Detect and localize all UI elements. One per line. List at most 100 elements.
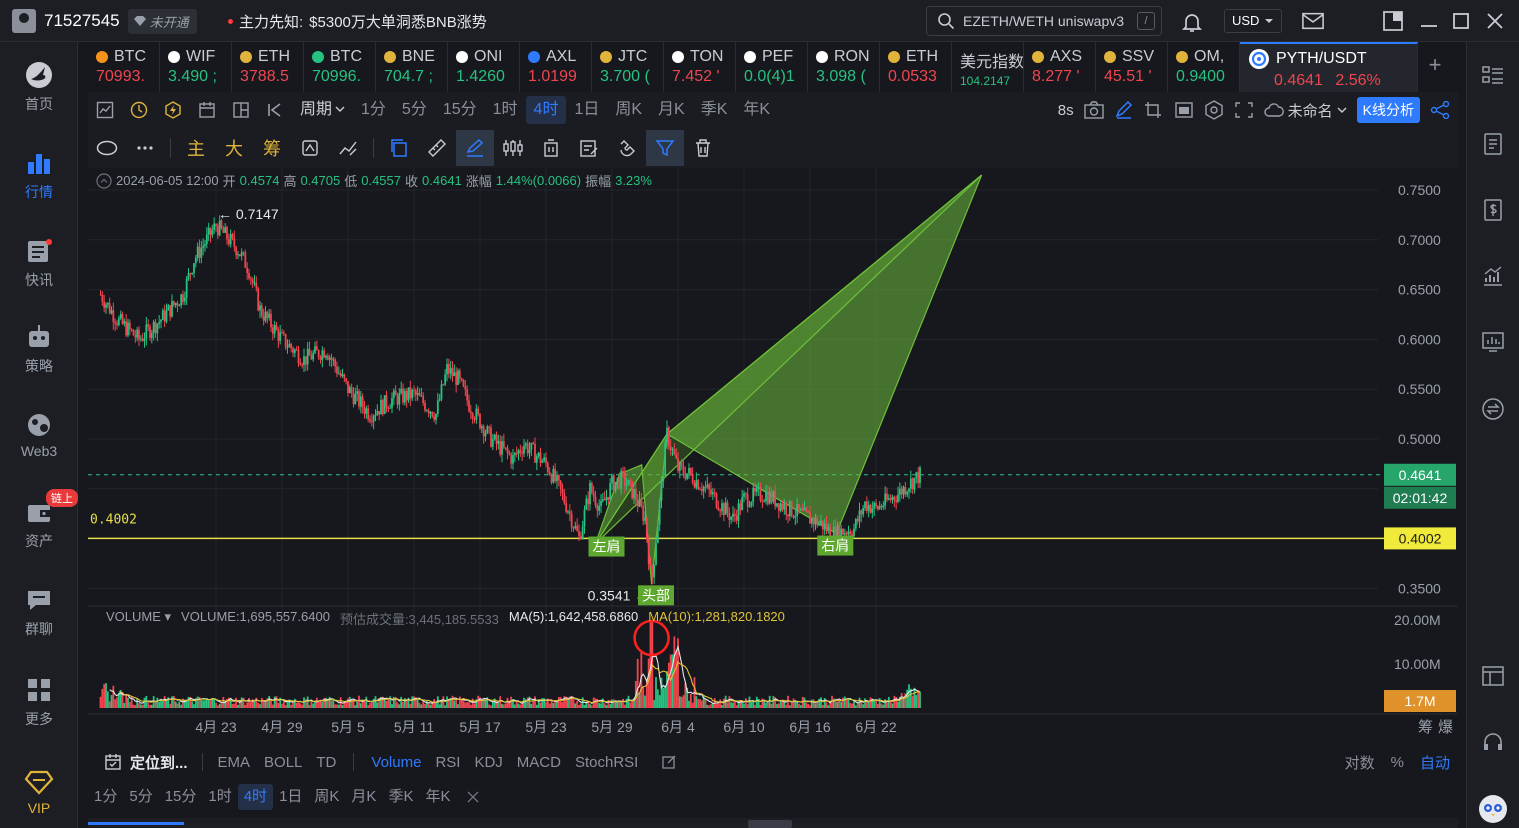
ticker-tab[interactable]: OM, 0.9400 bbox=[1168, 42, 1240, 92]
split-view-button[interactable] bbox=[224, 96, 258, 124]
indicator-td[interactable]: TD bbox=[309, 754, 343, 771]
interval-1m[interactable]: 1分 bbox=[353, 96, 394, 124]
currency-select[interactable]: USD bbox=[1224, 9, 1282, 33]
ticker-tab[interactable]: TON 7.452 ' bbox=[664, 42, 736, 92]
interval-quarter[interactable]: 季K bbox=[693, 96, 736, 124]
nav-item-news[interactable]: 快讯 bbox=[0, 236, 78, 290]
time-button[interactable] bbox=[122, 96, 156, 124]
edit-indicator-icon[interactable] bbox=[661, 754, 677, 770]
filter-tool[interactable] bbox=[646, 130, 684, 166]
chips-tool[interactable]: 筹 bbox=[253, 130, 291, 166]
mail-icon[interactable] bbox=[1302, 10, 1324, 32]
ticker-tab[interactable]: AXL 1.0199 bbox=[520, 42, 592, 92]
bottom-interval-week[interactable]: 周K bbox=[308, 784, 345, 810]
indicator-boll[interactable]: BOLL bbox=[257, 754, 309, 771]
ticker-tab[interactable]: BTC 70993. bbox=[88, 42, 160, 92]
bottom-interval-5m[interactable]: 5分 bbox=[123, 784, 158, 810]
add-ticker-button[interactable]: + bbox=[1418, 42, 1452, 92]
indicator-volume[interactable]: Volume bbox=[364, 754, 428, 771]
user-area[interactable]: 71527545 未开通 bbox=[12, 0, 197, 42]
delete-drawings-tool[interactable] bbox=[684, 130, 722, 166]
ticker-tab[interactable]: 美元指数 104.2147 bbox=[952, 42, 1024, 92]
draw-pen-tool[interactable] bbox=[456, 130, 494, 166]
exchange-icon[interactable] bbox=[1481, 397, 1505, 421]
ticker-tab-active[interactable]: PYTH/USDT 0.4641 2.56% bbox=[1240, 42, 1418, 92]
search-input[interactable]: EZETH/WETH uniswapv3 / bbox=[926, 6, 1162, 36]
popout-icon[interactable] bbox=[1382, 10, 1404, 32]
calendar-button[interactable] bbox=[190, 96, 224, 124]
ticker-tab[interactable]: ETH 3788.5 bbox=[232, 42, 304, 92]
refresh-rate[interactable]: 8s bbox=[1058, 102, 1074, 119]
interval-4h[interactable]: 4时 bbox=[525, 96, 567, 124]
volume-dropdown[interactable]: VOLUME ▾ bbox=[106, 609, 171, 628]
maximize-icon[interactable] bbox=[1450, 10, 1472, 32]
dollar-doc-icon[interactable] bbox=[1481, 198, 1505, 222]
bottom-interval-4h[interactable]: 4时 bbox=[237, 784, 274, 810]
more-tools[interactable] bbox=[126, 130, 164, 166]
settings-icon[interactable] bbox=[1204, 100, 1224, 120]
ticker-tab[interactable]: AXS 8.277 ' bbox=[1024, 42, 1096, 92]
minimize-icon[interactable] bbox=[1418, 10, 1440, 32]
flash-button[interactable] bbox=[156, 96, 190, 124]
interval-year[interactable]: 年K bbox=[735, 96, 778, 124]
period-dropdown[interactable]: 周期 bbox=[292, 96, 353, 124]
delete-range-tool[interactable] bbox=[532, 130, 570, 166]
vip-status-pill[interactable]: 未开通 bbox=[127, 8, 197, 34]
layout-icon[interactable] bbox=[1481, 664, 1505, 688]
chart-area[interactable]: 0.7500 0.7000 0.6500 0.6000 0.5500 0.5000 0.35… bbox=[88, 168, 1458, 740]
ticker-tab[interactable]: ETH 0.0533 bbox=[880, 42, 952, 92]
interval-15m[interactable]: 15分 bbox=[435, 96, 485, 124]
chart-type-button[interactable] bbox=[88, 96, 122, 124]
bottom-interval-1h[interactable]: 1时 bbox=[202, 784, 237, 810]
candlestick-chart[interactable]: 0.7500 0.7000 0.6500 0.6000 0.5500 0.5000 0.35… bbox=[88, 168, 1458, 740]
ellipse-tool[interactable] bbox=[88, 130, 126, 166]
bottom-interval-year[interactable]: 年K bbox=[419, 784, 456, 810]
bottom-interval-1m[interactable]: 1分 bbox=[88, 784, 123, 810]
ticker-tab[interactable]: ONI 1.4260 bbox=[448, 42, 520, 92]
indicator-stochrsi[interactable]: StochRSI bbox=[568, 754, 645, 771]
scale-log[interactable]: 对数 bbox=[1345, 752, 1375, 773]
template-icon[interactable] bbox=[1174, 101, 1194, 119]
bottom-interval-month[interactable]: 月K bbox=[345, 784, 382, 810]
fullscreen-icon[interactable] bbox=[1234, 101, 1254, 119]
pencil-icon[interactable] bbox=[1114, 101, 1134, 119]
close-icon[interactable] bbox=[466, 790, 480, 804]
nav-item-market[interactable]: 行情 bbox=[0, 148, 78, 202]
scale-percent[interactable]: % bbox=[1391, 754, 1404, 771]
indicator-tool[interactable] bbox=[329, 130, 367, 166]
nav-item-assets[interactable]: 链上 资产 bbox=[0, 489, 78, 551]
scroll-handle[interactable] bbox=[748, 820, 792, 828]
locate-button[interactable]: 定位到... bbox=[88, 752, 202, 773]
document-icon[interactable] bbox=[1481, 132, 1505, 156]
ticker-tab[interactable]: SSV 45.51 ' bbox=[1096, 42, 1168, 92]
indicator-rsi[interactable]: RSI bbox=[428, 754, 467, 771]
owl-mascot-icon[interactable] bbox=[1478, 794, 1508, 824]
share-icon[interactable] bbox=[1430, 101, 1450, 119]
ticker-tab[interactable]: WIF 3.490 ; bbox=[160, 42, 232, 92]
bell-icon[interactable] bbox=[1180, 10, 1204, 34]
bottom-interval-15m[interactable]: 15分 bbox=[159, 784, 203, 810]
interval-month[interactable]: 月K bbox=[650, 96, 693, 124]
ticker-tab[interactable]: BNE 704.7 ; bbox=[376, 42, 448, 92]
bottom-interval-1d[interactable]: 1日 bbox=[273, 784, 308, 810]
trend-chart-icon[interactable] bbox=[1481, 264, 1505, 288]
indicator-macd[interactable]: MACD bbox=[510, 754, 568, 771]
time-scrollbar[interactable] bbox=[88, 818, 1458, 828]
nav-item-group-chat[interactable]: 群聊 bbox=[0, 585, 78, 639]
nav-item-strategy[interactable]: 策略 bbox=[0, 322, 78, 376]
ticker-tab[interactable]: PEF 0.0(4)1 bbox=[736, 42, 808, 92]
ticker-tab[interactable]: BTC 70996. bbox=[304, 42, 376, 92]
interval-5m[interactable]: 5分 bbox=[394, 96, 435, 124]
ticker-tab[interactable]: JTC 3.700 ( bbox=[592, 42, 664, 92]
interval-1d[interactable]: 1日 bbox=[566, 96, 607, 124]
big-order-tool[interactable]: 大 bbox=[215, 130, 253, 166]
bottom-interval-quarter[interactable]: 季K bbox=[382, 784, 419, 810]
note-tool[interactable] bbox=[570, 130, 608, 166]
kline-analysis-button[interactable]: K线分析 bbox=[1356, 97, 1420, 123]
headset-icon[interactable] bbox=[1481, 730, 1505, 754]
magnet-tool[interactable] bbox=[608, 130, 646, 166]
indicator-kdj[interactable]: KDJ bbox=[467, 754, 509, 771]
layout-name-dropdown[interactable]: 未命名 bbox=[1263, 100, 1347, 121]
list-icon[interactable] bbox=[1481, 64, 1505, 88]
interval-1h[interactable]: 1时 bbox=[485, 96, 526, 124]
